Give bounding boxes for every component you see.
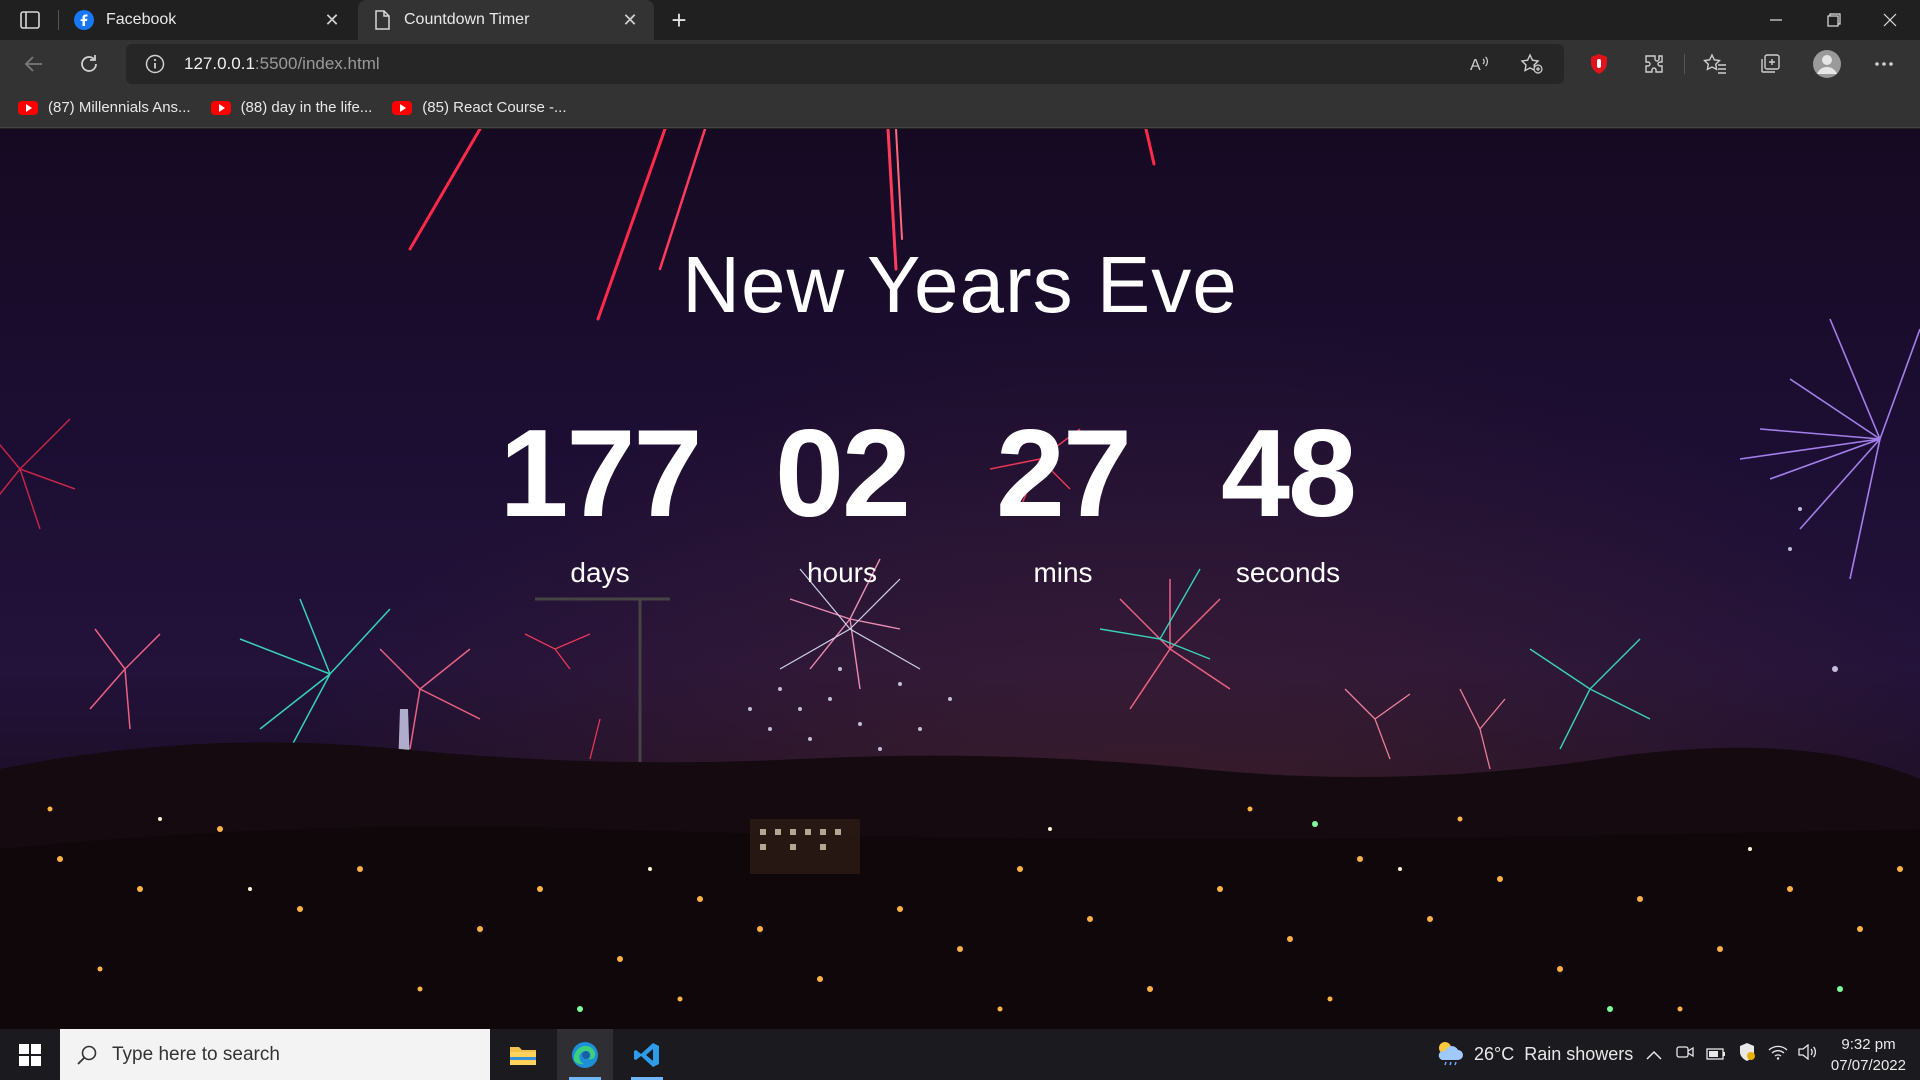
- tab-actions-icon[interactable]: [16, 8, 44, 32]
- close-tab-icon[interactable]: ✕: [620, 10, 640, 30]
- extensions-icon[interactable]: [1636, 46, 1672, 82]
- close-tab-icon[interactable]: ✕: [322, 10, 342, 30]
- search-icon: [74, 1042, 100, 1068]
- countdown-seconds: 48 seconds: [1178, 409, 1398, 589]
- tab-countdown-timer[interactable]: Countdown Timer ✕: [358, 0, 654, 40]
- countdown-value: 02: [775, 405, 911, 543]
- countdown-mins: 27 mins: [953, 409, 1173, 589]
- file-explorer-icon[interactable]: [495, 1029, 551, 1080]
- restore-button[interactable]: [1806, 0, 1862, 40]
- vscode-icon[interactable]: [619, 1029, 675, 1080]
- weather-rain-icon: [1434, 1038, 1464, 1071]
- edge-browser-icon[interactable]: [557, 1029, 613, 1080]
- wifi-icon[interactable]: [1768, 1044, 1788, 1065]
- countdown-value: 27: [996, 405, 1132, 543]
- bookmarks-bar: (87) Millennials Ans... (88) day in the …: [0, 88, 1920, 128]
- refresh-button[interactable]: [71, 46, 107, 82]
- tab-label: Countdown Timer: [404, 11, 530, 28]
- new-tab-button[interactable]: +: [664, 5, 694, 35]
- facebook-icon: [74, 10, 94, 30]
- address-bar[interactable]: 127.0.0.1:5500/index.html A: [126, 44, 1564, 84]
- browser-titlebar: Facebook ✕ Countdown Timer ✕ +: [0, 0, 1920, 40]
- bookmark-item[interactable]: (88) day in the life...: [210, 99, 373, 116]
- weather-temp: 26°C: [1474, 1044, 1515, 1064]
- browser-toolbar: 127.0.0.1:5500/index.html A: [0, 40, 1920, 88]
- taskbar-search-input[interactable]: Type here to search: [60, 1029, 490, 1080]
- youtube-icon: [392, 100, 413, 115]
- bookmark-label: (87) Millennials Ans...: [48, 99, 191, 116]
- toolbar-separator: [1684, 54, 1685, 74]
- countdown-value: 48: [1221, 405, 1357, 543]
- countdown-days: 177 days: [490, 409, 710, 589]
- back-button[interactable]: [16, 46, 52, 82]
- countdown-label: days: [570, 557, 630, 588]
- url-path: :5500/index.html: [254, 54, 380, 73]
- url-host: 127.0.0.1: [184, 54, 255, 73]
- youtube-icon: [210, 100, 231, 115]
- countdown-value: 177: [499, 405, 703, 543]
- profile-avatar[interactable]: [1809, 46, 1845, 82]
- battery-icon[interactable]: [1706, 1044, 1726, 1065]
- chevron-up-icon[interactable]: [1646, 1044, 1662, 1065]
- taskbar-clock[interactable]: 9:32 pm 07/07/2022: [1831, 1034, 1906, 1076]
- countdown-display: 177 days 02 hours 27 mins 48 seconds: [490, 409, 1430, 609]
- windows-taskbar: Type here to search 26°C Rain showers 9:…: [0, 1029, 1920, 1080]
- clock-date: 07/07/2022: [1830, 1057, 1906, 1074]
- more-options-icon[interactable]: [1866, 46, 1902, 82]
- weather-text: Rain showers: [1524, 1044, 1634, 1064]
- windows-start-icon[interactable]: [8, 1037, 52, 1073]
- youtube-icon: [18, 100, 38, 115]
- minimize-button[interactable]: [1748, 0, 1804, 40]
- tab-facebook[interactable]: Facebook ✕: [60, 0, 356, 40]
- extension-shield-icon[interactable]: [1581, 46, 1617, 82]
- site-info-icon[interactable]: [144, 53, 166, 75]
- countdown-label: seconds: [1235, 557, 1341, 588]
- bookmark-label: (88) day in the life...: [240, 99, 373, 116]
- volume-icon[interactable]: [1798, 1043, 1818, 1065]
- tab-label: Facebook: [106, 11, 177, 28]
- page-icon: [372, 10, 392, 30]
- system-tray: [1646, 1029, 1818, 1080]
- favorites-icon[interactable]: [1697, 46, 1733, 82]
- read-aloud-icon[interactable]: A: [1464, 48, 1496, 80]
- security-shield-icon[interactable]: [1738, 1042, 1756, 1067]
- countdown-label: hours: [806, 557, 878, 588]
- add-favorite-icon[interactable]: [1516, 48, 1548, 80]
- page-viewport: New Years Eve 177 days 02 hours 27 mins …: [0, 129, 1920, 1029]
- meet-now-icon[interactable]: [1676, 1044, 1694, 1065]
- svg-text:A: A: [1470, 57, 1481, 74]
- page-title: New Years Eve: [682, 240, 1238, 329]
- tab-separator: [58, 10, 59, 30]
- search-placeholder: Type here to search: [112, 1043, 280, 1065]
- collections-icon[interactable]: [1752, 46, 1788, 82]
- countdown-hours: 02 hours: [732, 409, 952, 589]
- bookmark-item[interactable]: (87) Millennials Ans...: [18, 99, 191, 116]
- close-window-button[interactable]: [1862, 0, 1918, 40]
- bookmark-item[interactable]: (85) React Course -...: [392, 99, 567, 116]
- countdown-label: mins: [1033, 557, 1093, 588]
- clock-time: 9:32 pm: [1841, 1036, 1896, 1053]
- weather-widget[interactable]: 26°C Rain showers: [1434, 1029, 1633, 1080]
- bookmark-label: (85) React Course -...: [422, 99, 567, 116]
